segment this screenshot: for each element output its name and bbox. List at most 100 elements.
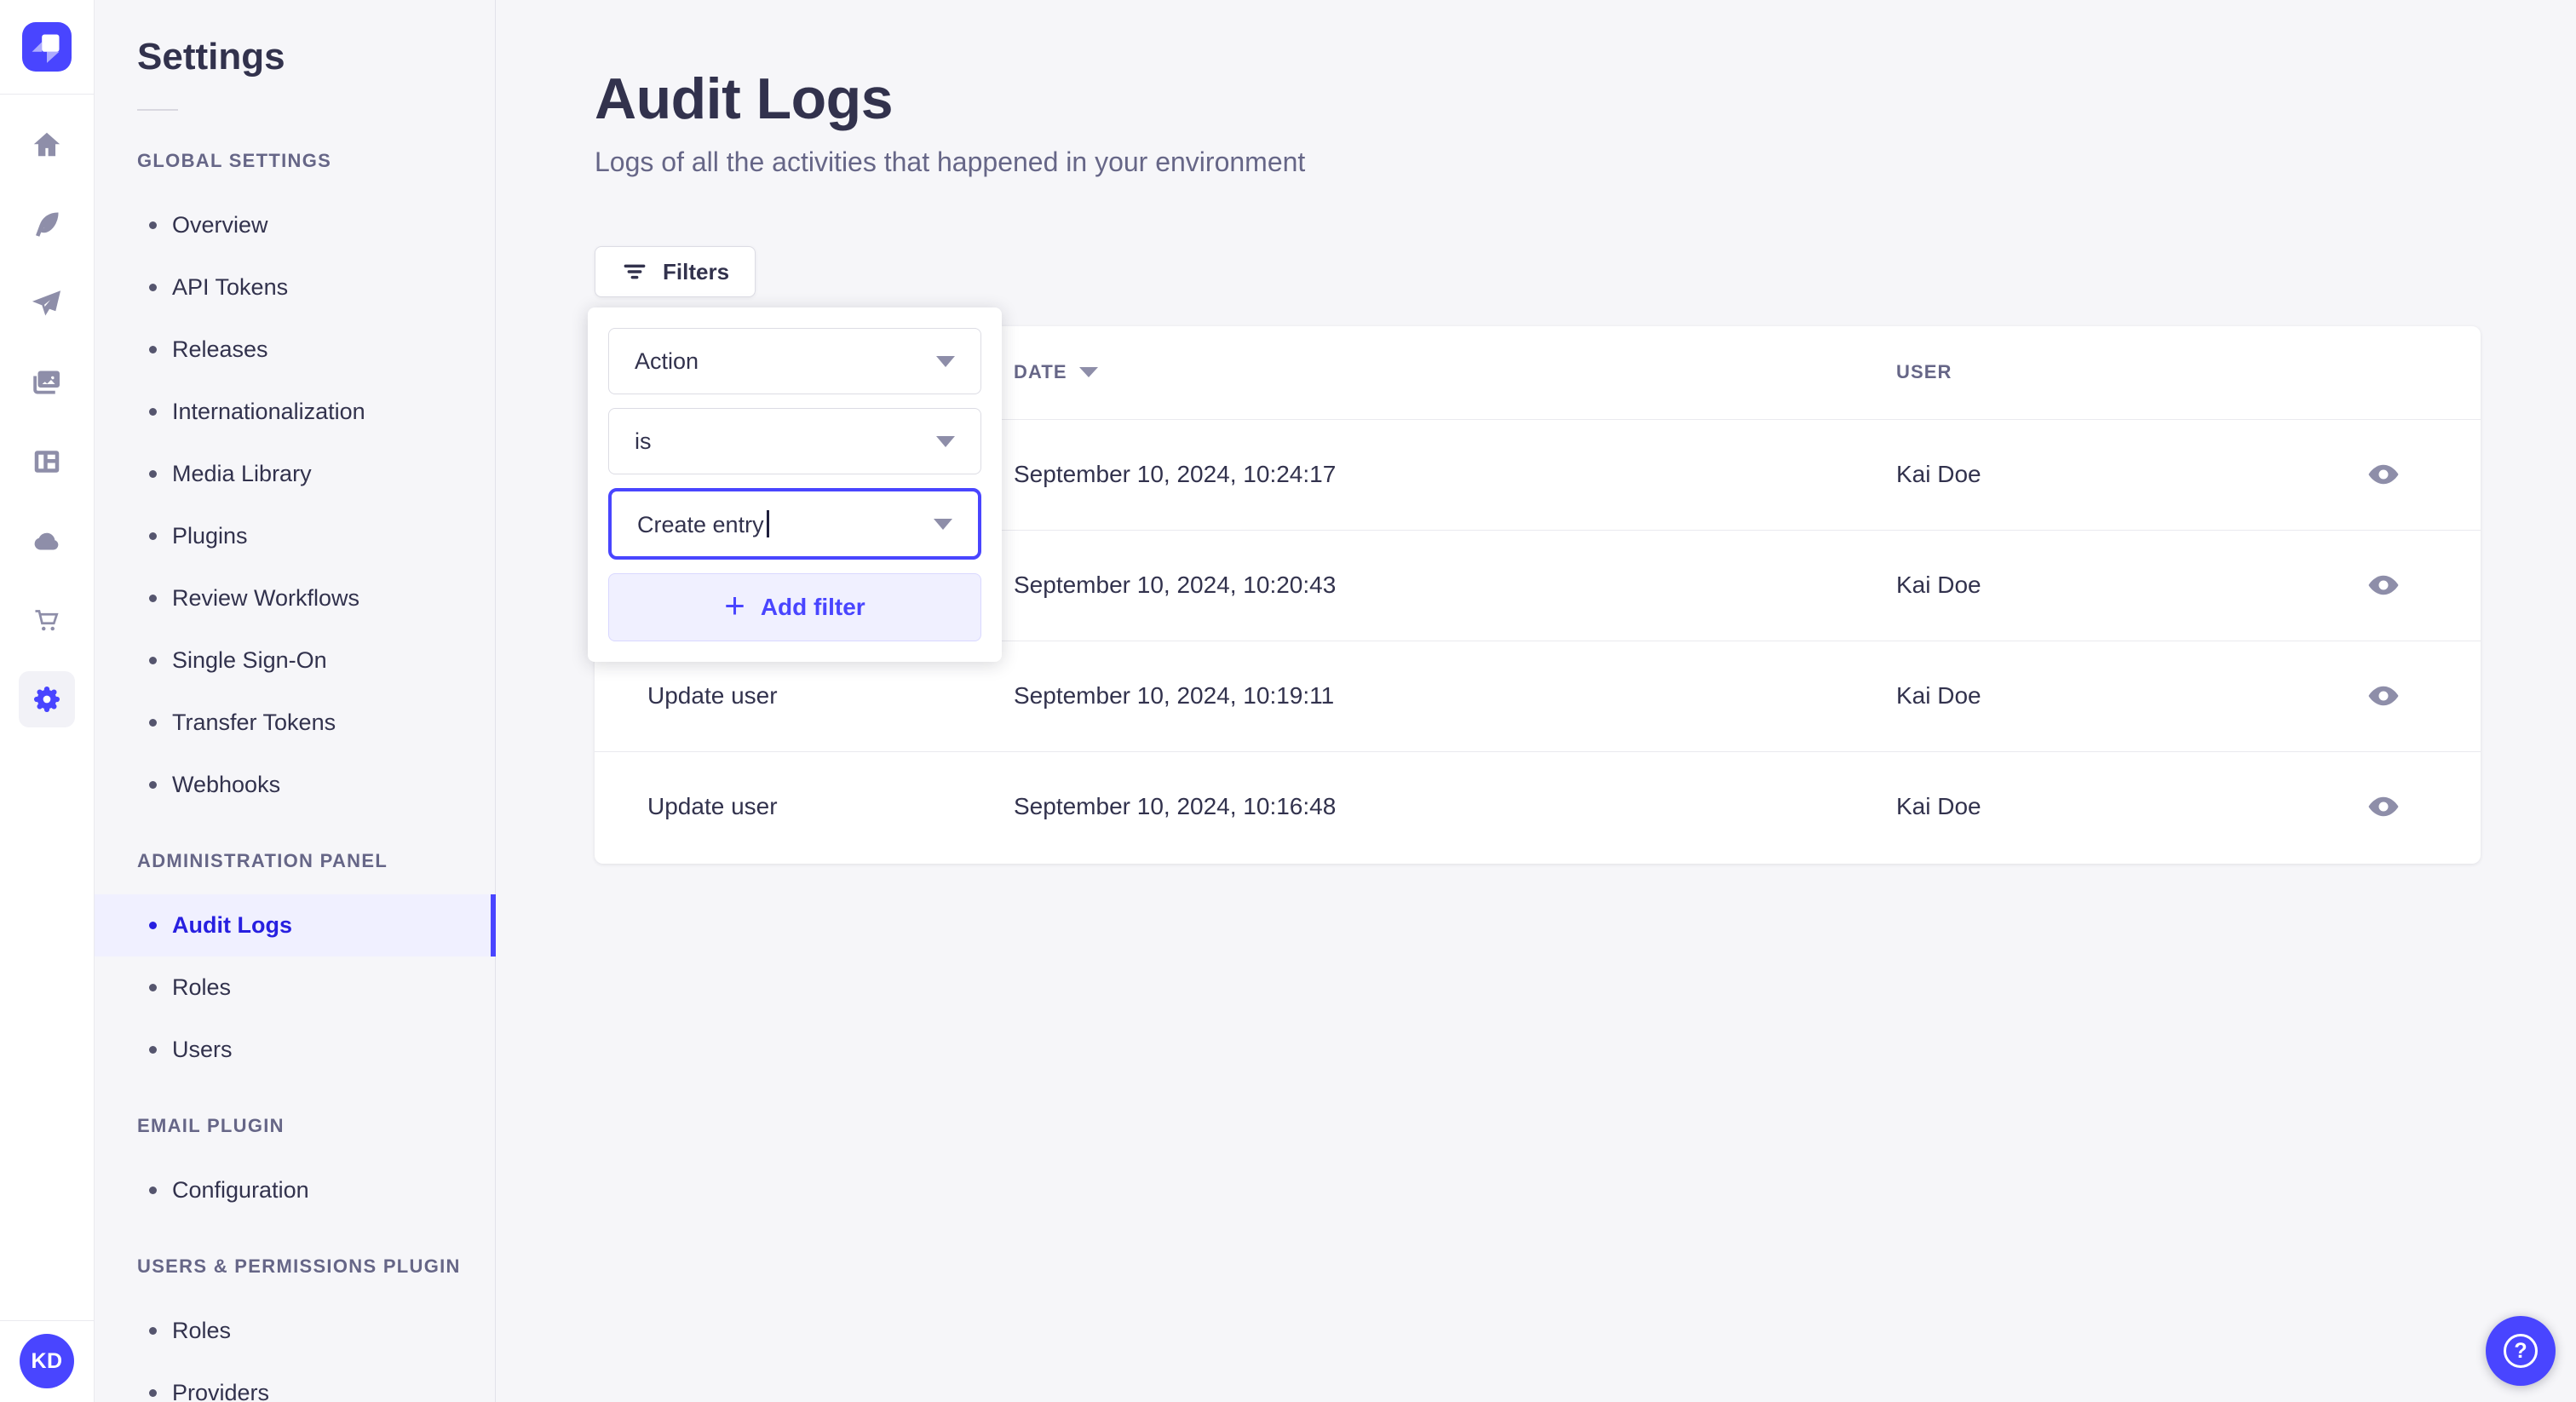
- chevron-down-icon: [936, 355, 955, 367]
- plus-icon: +: [724, 584, 745, 625]
- bullet-icon: [149, 346, 157, 353]
- bullet-icon: [149, 781, 157, 789]
- sidebar-title: Settings: [137, 36, 285, 78]
- bullet-icon: [149, 408, 157, 416]
- chevron-down-icon: [936, 435, 955, 447]
- sidebar-item-label: Plugins: [172, 523, 248, 549]
- filter-field-value: Action: [635, 348, 699, 374]
- cloud-icon[interactable]: [19, 513, 75, 569]
- paper-plane-icon[interactable]: [19, 275, 75, 331]
- strapi-logo-icon: [22, 22, 72, 72]
- strapi-admin-page: KD Settings GLOBAL SETTINGS Overview API…: [0, 0, 2576, 1402]
- sidebar-item-plugins[interactable]: Plugins: [95, 505, 495, 567]
- sidebar-item-label: Audit Logs: [172, 912, 292, 938]
- cell-date: September 10, 2024, 10:24:17: [1014, 419, 1896, 531]
- eye-icon: [2368, 797, 2399, 817]
- sidebar-item-internationalization[interactable]: Internationalization: [95, 381, 495, 443]
- sidebar-item-email-configuration[interactable]: Configuration: [95, 1159, 495, 1221]
- bullet-icon: [149, 532, 157, 540]
- section-global-settings: Overview API Tokens Releases Internation…: [95, 194, 495, 816]
- section-label-administration-panel: ADMINISTRATION PANEL: [137, 850, 388, 871]
- bullet-icon: [149, 1327, 157, 1335]
- filter-icon: [624, 264, 646, 279]
- chevron-down-icon: [934, 518, 952, 530]
- page-title: Audit Logs: [595, 66, 894, 131]
- page-subtitle: Logs of all the activities that happened…: [595, 147, 1306, 178]
- cell-action: Update user: [647, 793, 778, 820]
- cart-icon[interactable]: [19, 592, 75, 648]
- feather-icon[interactable]: [19, 196, 75, 252]
- sidebar-item-audit-logs[interactable]: Audit Logs: [95, 894, 496, 957]
- settings-sidebar: Settings GLOBAL SETTINGS Overview API To…: [95, 0, 496, 1402]
- section-administration-panel: Audit Logs Roles Users: [95, 894, 496, 1081]
- rail-user-section: KD: [0, 1320, 94, 1402]
- column-header-date[interactable]: DATE: [1014, 326, 1896, 420]
- sort-descending-icon: [1078, 367, 1098, 378]
- filter-operator-select[interactable]: is: [608, 408, 981, 474]
- sidebar-item-single-sign-on[interactable]: Single Sign-On: [95, 629, 495, 692]
- view-log-button[interactable]: [2360, 561, 2407, 609]
- section-users-permissions-plugin: Roles Providers: [95, 1300, 495, 1402]
- eye-icon: [2368, 686, 2399, 706]
- filter-value-text: Create entry: [637, 509, 769, 538]
- bullet-icon: [149, 657, 157, 664]
- section-label-email-plugin: EMAIL PLUGIN: [137, 1115, 285, 1136]
- cell-date: September 10, 2024, 10:16:48: [1014, 793, 1337, 820]
- bullet-icon: [149, 984, 157, 991]
- bullet-icon: [149, 719, 157, 727]
- main-content: Audit Logs Logs of all the activities th…: [497, 0, 2576, 1402]
- question-mark-icon: ?: [2504, 1334, 2538, 1368]
- sidebar-item-media-library[interactable]: Media Library: [95, 443, 495, 505]
- table-row: Update user September 10, 2024, 10:16:48…: [595, 751, 2481, 862]
- sidebar-divider: [137, 109, 178, 111]
- view-log-button[interactable]: [2360, 451, 2407, 498]
- sidebar-item-admin-roles[interactable]: Roles: [95, 957, 495, 1019]
- cell-user: Kai Doe: [1896, 419, 2286, 531]
- sidebar-item-releases[interactable]: Releases: [95, 319, 495, 381]
- sidebar-item-transfer-tokens[interactable]: Transfer Tokens: [95, 692, 495, 754]
- avatar[interactable]: KD: [20, 1334, 74, 1388]
- column-header-date-label: DATE: [1014, 361, 1067, 383]
- sidebar-item-label: Internationalization: [172, 399, 365, 424]
- eye-icon: [2368, 464, 2399, 485]
- help-button[interactable]: ?: [2486, 1316, 2556, 1386]
- sidebar-item-up-roles[interactable]: Roles: [95, 1300, 495, 1362]
- home-icon[interactable]: [19, 117, 75, 173]
- section-email-plugin: Configuration: [95, 1159, 495, 1221]
- view-log-button[interactable]: [2360, 783, 2407, 830]
- cell-user: Kai Doe: [1896, 793, 1981, 820]
- eye-icon: [2368, 575, 2399, 595]
- sidebar-item-label: API Tokens: [172, 274, 289, 300]
- bullet-icon: [149, 284, 157, 291]
- settings-gear-icon[interactable]: [19, 671, 75, 727]
- strapi-logo[interactable]: [22, 22, 72, 72]
- add-filter-button[interactable]: + Add filter: [608, 573, 981, 641]
- filter-operator-value: is: [635, 428, 652, 454]
- view-log-button[interactable]: [2360, 672, 2407, 720]
- section-label-global-settings: GLOBAL SETTINGS: [137, 150, 332, 171]
- sidebar-item-overview[interactable]: Overview: [95, 194, 495, 256]
- sidebar-item-label: Releases: [172, 336, 268, 362]
- add-filter-label: Add filter: [760, 594, 865, 620]
- sidebar-item-label: Overview: [172, 212, 268, 238]
- sidebar-item-up-providers[interactable]: Providers: [95, 1362, 495, 1402]
- logo-container: [0, 0, 94, 95]
- bullet-icon: [149, 1046, 157, 1054]
- bullet-icon: [149, 1389, 157, 1397]
- sidebar-item-label: Providers: [172, 1380, 270, 1402]
- filters-button-label: Filters: [663, 258, 730, 284]
- sidebar-item-api-tokens[interactable]: API Tokens: [95, 256, 495, 319]
- sidebar-item-review-workflows[interactable]: Review Workflows: [95, 567, 495, 629]
- text-cursor: [766, 509, 769, 537]
- sidebar-item-admin-users[interactable]: Users: [95, 1019, 495, 1081]
- filter-value-combobox[interactable]: Create entry: [608, 488, 981, 560]
- layout-icon[interactable]: [19, 434, 75, 490]
- sidebar-item-label: Transfer Tokens: [172, 710, 336, 735]
- sidebar-item-label: Roles: [172, 1318, 232, 1343]
- media-library-icon[interactable]: [19, 354, 75, 411]
- bullet-icon: [149, 922, 157, 929]
- cell-date: September 10, 2024, 10:20:43: [1014, 530, 1896, 641]
- filters-button[interactable]: Filters: [595, 246, 756, 298]
- filter-field-select[interactable]: Action: [608, 328, 981, 394]
- sidebar-item-webhooks[interactable]: Webhooks: [95, 754, 495, 816]
